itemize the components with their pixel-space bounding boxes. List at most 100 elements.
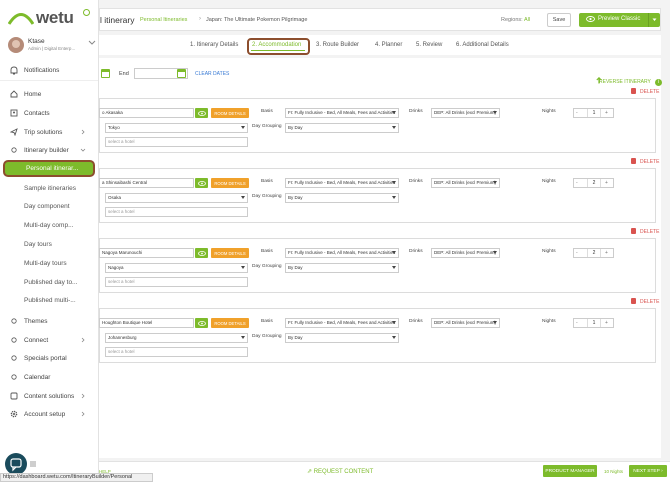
grid-icon[interactable] bbox=[30, 461, 36, 467]
preview-classic-button[interactable]: Preview Classic bbox=[579, 13, 660, 27]
product-manager-button[interactable]: PRODUCT MANAGER bbox=[543, 465, 597, 477]
nights-value[interactable]: 1 bbox=[587, 319, 601, 327]
basis-select[interactable]: FI: Fully Inclusive - Bed, All Meals, Fe… bbox=[285, 178, 399, 188]
location-value: Tokyo bbox=[108, 125, 120, 130]
start-calendar-icon[interactable] bbox=[101, 69, 110, 78]
room-details-button[interactable]: ROOM DETAILS bbox=[211, 178, 249, 188]
step-accommodation[interactable]: 2. Accommodation bbox=[252, 42, 301, 48]
delete-stop-button[interactable]: DELETE bbox=[640, 89, 659, 95]
day-grouping-select[interactable]: By Day bbox=[285, 193, 399, 203]
sidebar-item-published-day-tours[interactable]: Published day to... bbox=[0, 275, 98, 291]
nav-content-solutions[interactable]: Content solutions bbox=[0, 388, 98, 404]
info-icon[interactable]: i bbox=[655, 79, 662, 86]
nights-value[interactable]: 2 bbox=[587, 249, 601, 257]
divider bbox=[0, 80, 98, 81]
hotel-input[interactable]: Nagoya Marunouchi bbox=[99, 248, 194, 258]
hotel-search-input[interactable]: select a hotel bbox=[105, 207, 248, 217]
view-hotel-button[interactable] bbox=[195, 108, 208, 118]
plus-button[interactable]: + bbox=[605, 180, 608, 186]
sidebar-item-day-component[interactable]: Day component bbox=[0, 199, 98, 215]
chat-button[interactable] bbox=[5, 453, 27, 475]
regions-filter[interactable]: Regions: All bbox=[501, 17, 530, 23]
drinks-select[interactable]: DEP: All Drinks (excl Premium) bbox=[431, 248, 500, 258]
drinks-label: Drinks bbox=[409, 109, 423, 114]
nights-value[interactable]: 2 bbox=[587, 179, 601, 187]
nav-specials-portal[interactable]: Specials portal bbox=[0, 350, 98, 366]
room-details-button[interactable]: ROOM DETAILS bbox=[211, 108, 249, 118]
sidebar-item-published-multi-day[interactable]: Published multi-... bbox=[0, 293, 98, 309]
plus-button[interactable]: + bbox=[605, 320, 608, 326]
clear-dates-link[interactable]: CLEAR DATES bbox=[195, 71, 229, 77]
minus-button[interactable]: - bbox=[576, 250, 578, 256]
hotel-search-input[interactable]: select a hotel bbox=[105, 277, 248, 287]
view-hotel-button[interactable] bbox=[195, 248, 208, 258]
nav-contacts[interactable]: Contacts bbox=[0, 105, 98, 121]
nav-themes[interactable]: Themes bbox=[0, 313, 98, 329]
minus-button[interactable]: - bbox=[576, 320, 578, 326]
step-planner[interactable]: 4. Planner bbox=[375, 42, 402, 48]
minus-button[interactable]: - bbox=[576, 180, 578, 186]
day-grouping-select[interactable]: By Day bbox=[285, 123, 399, 133]
hotel-search-input[interactable]: select a hotel bbox=[105, 347, 248, 357]
view-hotel-button[interactable] bbox=[195, 178, 208, 188]
delete-stop-button[interactable]: DELETE bbox=[640, 159, 659, 165]
step-itinerary-details[interactable]: 1. Itinerary Details bbox=[190, 42, 238, 48]
nav-themes-label: Themes bbox=[24, 317, 48, 325]
sidebar-item-day-tours[interactable]: Day tours bbox=[0, 237, 98, 253]
plus-button[interactable]: + bbox=[605, 110, 608, 116]
day-grouping-select[interactable]: By Day bbox=[285, 263, 399, 273]
nav-calendar[interactable]: Calendar bbox=[0, 369, 98, 385]
step-additional-details[interactable]: 6. Additional Details bbox=[456, 42, 509, 48]
user-profile[interactable]: Ktase Admin | Digital Enterp... bbox=[8, 37, 96, 57]
basis-select[interactable]: FI: Fully Inclusive - Bed, All Meals, Fe… bbox=[285, 248, 399, 258]
nights-value[interactable]: 1 bbox=[587, 109, 601, 117]
sidebar-item-multi-day-tours[interactable]: Multi-day tours bbox=[0, 256, 98, 272]
hotel-search-input[interactable]: select a hotel bbox=[105, 137, 248, 147]
sidebar-item-multi-day-component[interactable]: Multi-day comp... bbox=[0, 218, 98, 234]
dropdown-arrow-icon bbox=[241, 336, 245, 339]
breadcrumb-link[interactable]: Personal Itineraries bbox=[140, 17, 187, 23]
nights-stepper[interactable]: - 1 + bbox=[573, 108, 614, 118]
delete-stop-button[interactable]: DELETE bbox=[640, 229, 659, 235]
hotel-input[interactable]: a Shinsaibashi Central bbox=[99, 178, 194, 188]
wetu-logo[interactable]: wetu bbox=[8, 6, 92, 32]
reverse-itinerary-link[interactable]: REVERSE ITINERARY bbox=[599, 79, 651, 85]
nights-stepper[interactable]: - 1 + bbox=[573, 318, 614, 328]
nights-stepper[interactable]: - 2 + bbox=[573, 178, 614, 188]
hotel-input[interactable]: o Akasaka bbox=[99, 108, 194, 118]
next-step-button[interactable]: NEXT STEP › bbox=[629, 465, 667, 477]
room-details-button[interactable]: ROOM DETAILS bbox=[211, 318, 249, 328]
minus-button[interactable]: - bbox=[576, 110, 578, 116]
user-role: Admin | Digital Enterp... bbox=[28, 46, 76, 51]
nav-trip-solutions[interactable]: Trip solutions bbox=[0, 124, 98, 140]
location-select[interactable]: Johannesburg bbox=[105, 333, 248, 343]
step-route-builder[interactable]: 3. Route Builder bbox=[316, 42, 359, 48]
room-details-button[interactable]: ROOM DETAILS bbox=[211, 248, 249, 258]
step-review[interactable]: 5. Review bbox=[416, 42, 442, 48]
end-calendar-icon[interactable] bbox=[177, 69, 186, 78]
view-hotel-button[interactable] bbox=[195, 318, 208, 328]
hotel-input[interactable]: Houghton Boutique Hotel bbox=[99, 318, 194, 328]
drinks-select[interactable]: DEP: All Drinks (excl Premium) bbox=[431, 318, 500, 328]
nav-home[interactable]: Home bbox=[0, 86, 98, 102]
nav-connect[interactable]: Connect bbox=[0, 332, 98, 348]
drinks-select[interactable]: DEP: All Drinks (excl Premium) bbox=[431, 178, 500, 188]
save-button[interactable]: Save bbox=[547, 13, 571, 27]
nights-stepper[interactable]: - 2 + bbox=[573, 248, 614, 258]
day-grouping-select[interactable]: By Day bbox=[285, 333, 399, 343]
nav-account-setup[interactable]: Account setup bbox=[0, 406, 98, 422]
delete-stop-button[interactable]: DELETE bbox=[640, 299, 659, 305]
caret-down-icon[interactable] bbox=[652, 18, 657, 22]
nav-notifications[interactable]: Notifications bbox=[0, 62, 98, 78]
location-select[interactable]: Nagoya bbox=[105, 263, 248, 273]
location-select[interactable]: Osaka bbox=[105, 193, 248, 203]
location-select[interactable]: Tokyo bbox=[105, 123, 248, 133]
drinks-select[interactable]: DEP: All Drinks (excl Premium) bbox=[431, 108, 500, 118]
basis-select[interactable]: FI: Fully Inclusive - Bed, All Meals, Fe… bbox=[285, 318, 399, 328]
sidebar-item-personal-itineraries[interactable]: Personal itinerar... bbox=[3, 160, 95, 177]
basis-select[interactable]: FI: Fully Inclusive - Bed, All Meals, Fe… bbox=[285, 108, 399, 118]
nav-itinerary-builder[interactable]: Itinerary builder bbox=[0, 142, 98, 158]
plus-button[interactable]: + bbox=[605, 250, 608, 256]
sidebar-item-sample-itineraries[interactable]: Sample itineraries bbox=[0, 181, 98, 197]
request-content-link[interactable]: ⇗ REQUEST CONTENT bbox=[307, 468, 373, 475]
